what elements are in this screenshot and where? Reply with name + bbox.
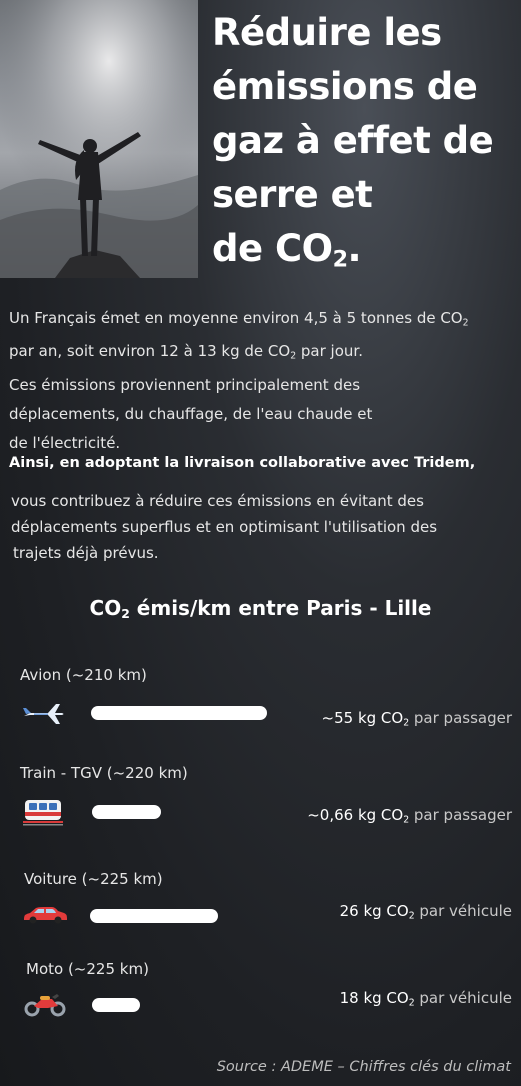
motorcycle-icon: [24, 994, 66, 1017]
intro-text: Un Français émet en moyenne environ 4,5 …: [9, 309, 463, 327]
intro-line: déplacements, du chauffage, de l'eau cha…: [9, 404, 373, 423]
intro-line: par an, soit environ 12 à 13 kg de CO2 p…: [9, 337, 517, 370]
car-icon: [24, 907, 67, 924]
chart-title: CO2 émis/km entre Paris - Lille: [0, 596, 521, 621]
title-line: serre et: [212, 173, 373, 216]
train-icon: [23, 800, 63, 826]
title-line: de CO2.: [212, 222, 517, 287]
intro-paragraph: Un Français émet en moyenne environ 4,5 …: [9, 304, 517, 458]
airplane-icon: [23, 704, 64, 724]
hero-photo: [0, 0, 198, 278]
value-label: ~55 kg CO2 par passager: [322, 709, 512, 728]
intro-subscript: 2: [462, 317, 469, 329]
value-unit: par véhicule: [414, 902, 512, 920]
category-label: Train - TGV (~220 km): [20, 764, 188, 782]
body-line: vous contribuez à réduire ces émissions …: [11, 492, 424, 510]
title-line: Réduire les: [212, 11, 442, 54]
bar-voiture: [90, 909, 218, 923]
value-unit: par véhicule: [414, 989, 512, 1007]
body-paragraph: vous contribuez à réduire ces émissions …: [11, 488, 516, 566]
chart-title-subscript: 2: [121, 606, 130, 622]
intro-text: par jour.: [296, 342, 363, 361]
value-unit: par passager: [409, 709, 512, 727]
value-number: ~55 kg CO: [321, 709, 404, 727]
category-label: Moto (~225 km): [26, 960, 149, 978]
chart-title-text: émis/km entre Paris - Lille: [129, 596, 432, 620]
body-line: déplacements superflus et en optimisant …: [11, 518, 438, 536]
title-last-text: de CO: [212, 227, 333, 270]
value-label: ~0,66 kg CO2 par passager: [307, 806, 512, 825]
value-label: 26 kg CO2 par véhicule: [340, 902, 512, 921]
intro-text: par an, soit environ 12 à 13 kg de CO: [9, 342, 291, 361]
value-label: 18 kg CO2 par véhicule: [340, 989, 512, 1008]
value-unit: par passager: [409, 806, 512, 824]
value-number: 18 kg CO: [339, 989, 409, 1007]
title-line: émissions de: [212, 65, 478, 108]
highlight-text: Ainsi, en adoptant la livraison collabor…: [9, 455, 476, 471]
bar-train: [92, 805, 161, 819]
category-label: Voiture (~225 km): [24, 870, 163, 888]
intro-line: Un Français émet en moyenne environ 4,5 …: [9, 304, 517, 337]
page-title: Réduire les émissions de gaz à effet de …: [212, 6, 517, 287]
bar-avion: [91, 706, 267, 720]
value-number: ~0,66 kg CO: [307, 806, 404, 824]
bar-moto: [92, 998, 140, 1012]
chart-title-text: CO: [89, 596, 122, 620]
intro-line: de l'électricité.: [9, 433, 121, 452]
intro-line: Ces émissions proviennent principalement…: [9, 375, 361, 394]
body-line: trajets déjà prévus.: [13, 544, 159, 562]
value-number: 26 kg CO: [339, 902, 409, 920]
source-note: Source : ADEME – Chiffres clés du climat: [216, 1059, 511, 1075]
title-line: gaz à effet de: [212, 119, 494, 162]
title-subscript: 2: [332, 246, 348, 273]
category-label: Avion (~210 km): [20, 666, 147, 684]
title-last-suffix: .: [347, 227, 362, 270]
